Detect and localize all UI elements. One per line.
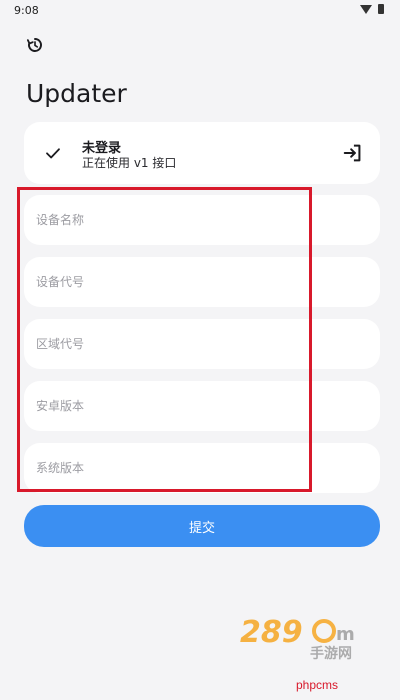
history-icon[interactable]	[26, 36, 44, 54]
battery-icon	[378, 4, 384, 14]
wifi-icon	[360, 4, 372, 14]
submit-button[interactable]: 提交	[24, 505, 380, 547]
device-name-input[interactable]	[36, 195, 366, 245]
login-status-card: 未登录 正在使用 v1 接口	[24, 122, 380, 184]
login-icon[interactable]	[342, 142, 364, 164]
watermark-text: phpcms	[296, 678, 339, 692]
watermark-logo: 289 m 手游网	[240, 615, 355, 662]
page-title: Updater	[26, 79, 127, 108]
region-code-input[interactable]	[36, 319, 366, 369]
android-version-input[interactable]	[36, 381, 366, 431]
status-time: 9:08	[14, 4, 39, 17]
system-version-field-container	[24, 443, 380, 493]
svg-text:m: m	[336, 624, 355, 645]
svg-text:289: 289	[240, 615, 303, 650]
updater-screen: 9:08 Updater 未登录 正在使用 v1 接口 设备名称 设备代号 区域…	[0, 0, 400, 700]
device-codename-field-container	[24, 257, 380, 307]
svg-text:手游网: 手游网	[310, 645, 352, 662]
check-icon	[46, 148, 60, 159]
status-icons	[360, 4, 384, 14]
android-version-field-container	[24, 381, 380, 431]
region-code-field-container	[24, 319, 380, 369]
device-name-field-container	[24, 195, 380, 245]
status-bar: 9:08	[0, 0, 400, 22]
device-codename-input[interactable]	[36, 257, 366, 307]
api-version-text: 正在使用 v1 接口	[82, 156, 177, 170]
system-version-input[interactable]	[36, 443, 366, 493]
